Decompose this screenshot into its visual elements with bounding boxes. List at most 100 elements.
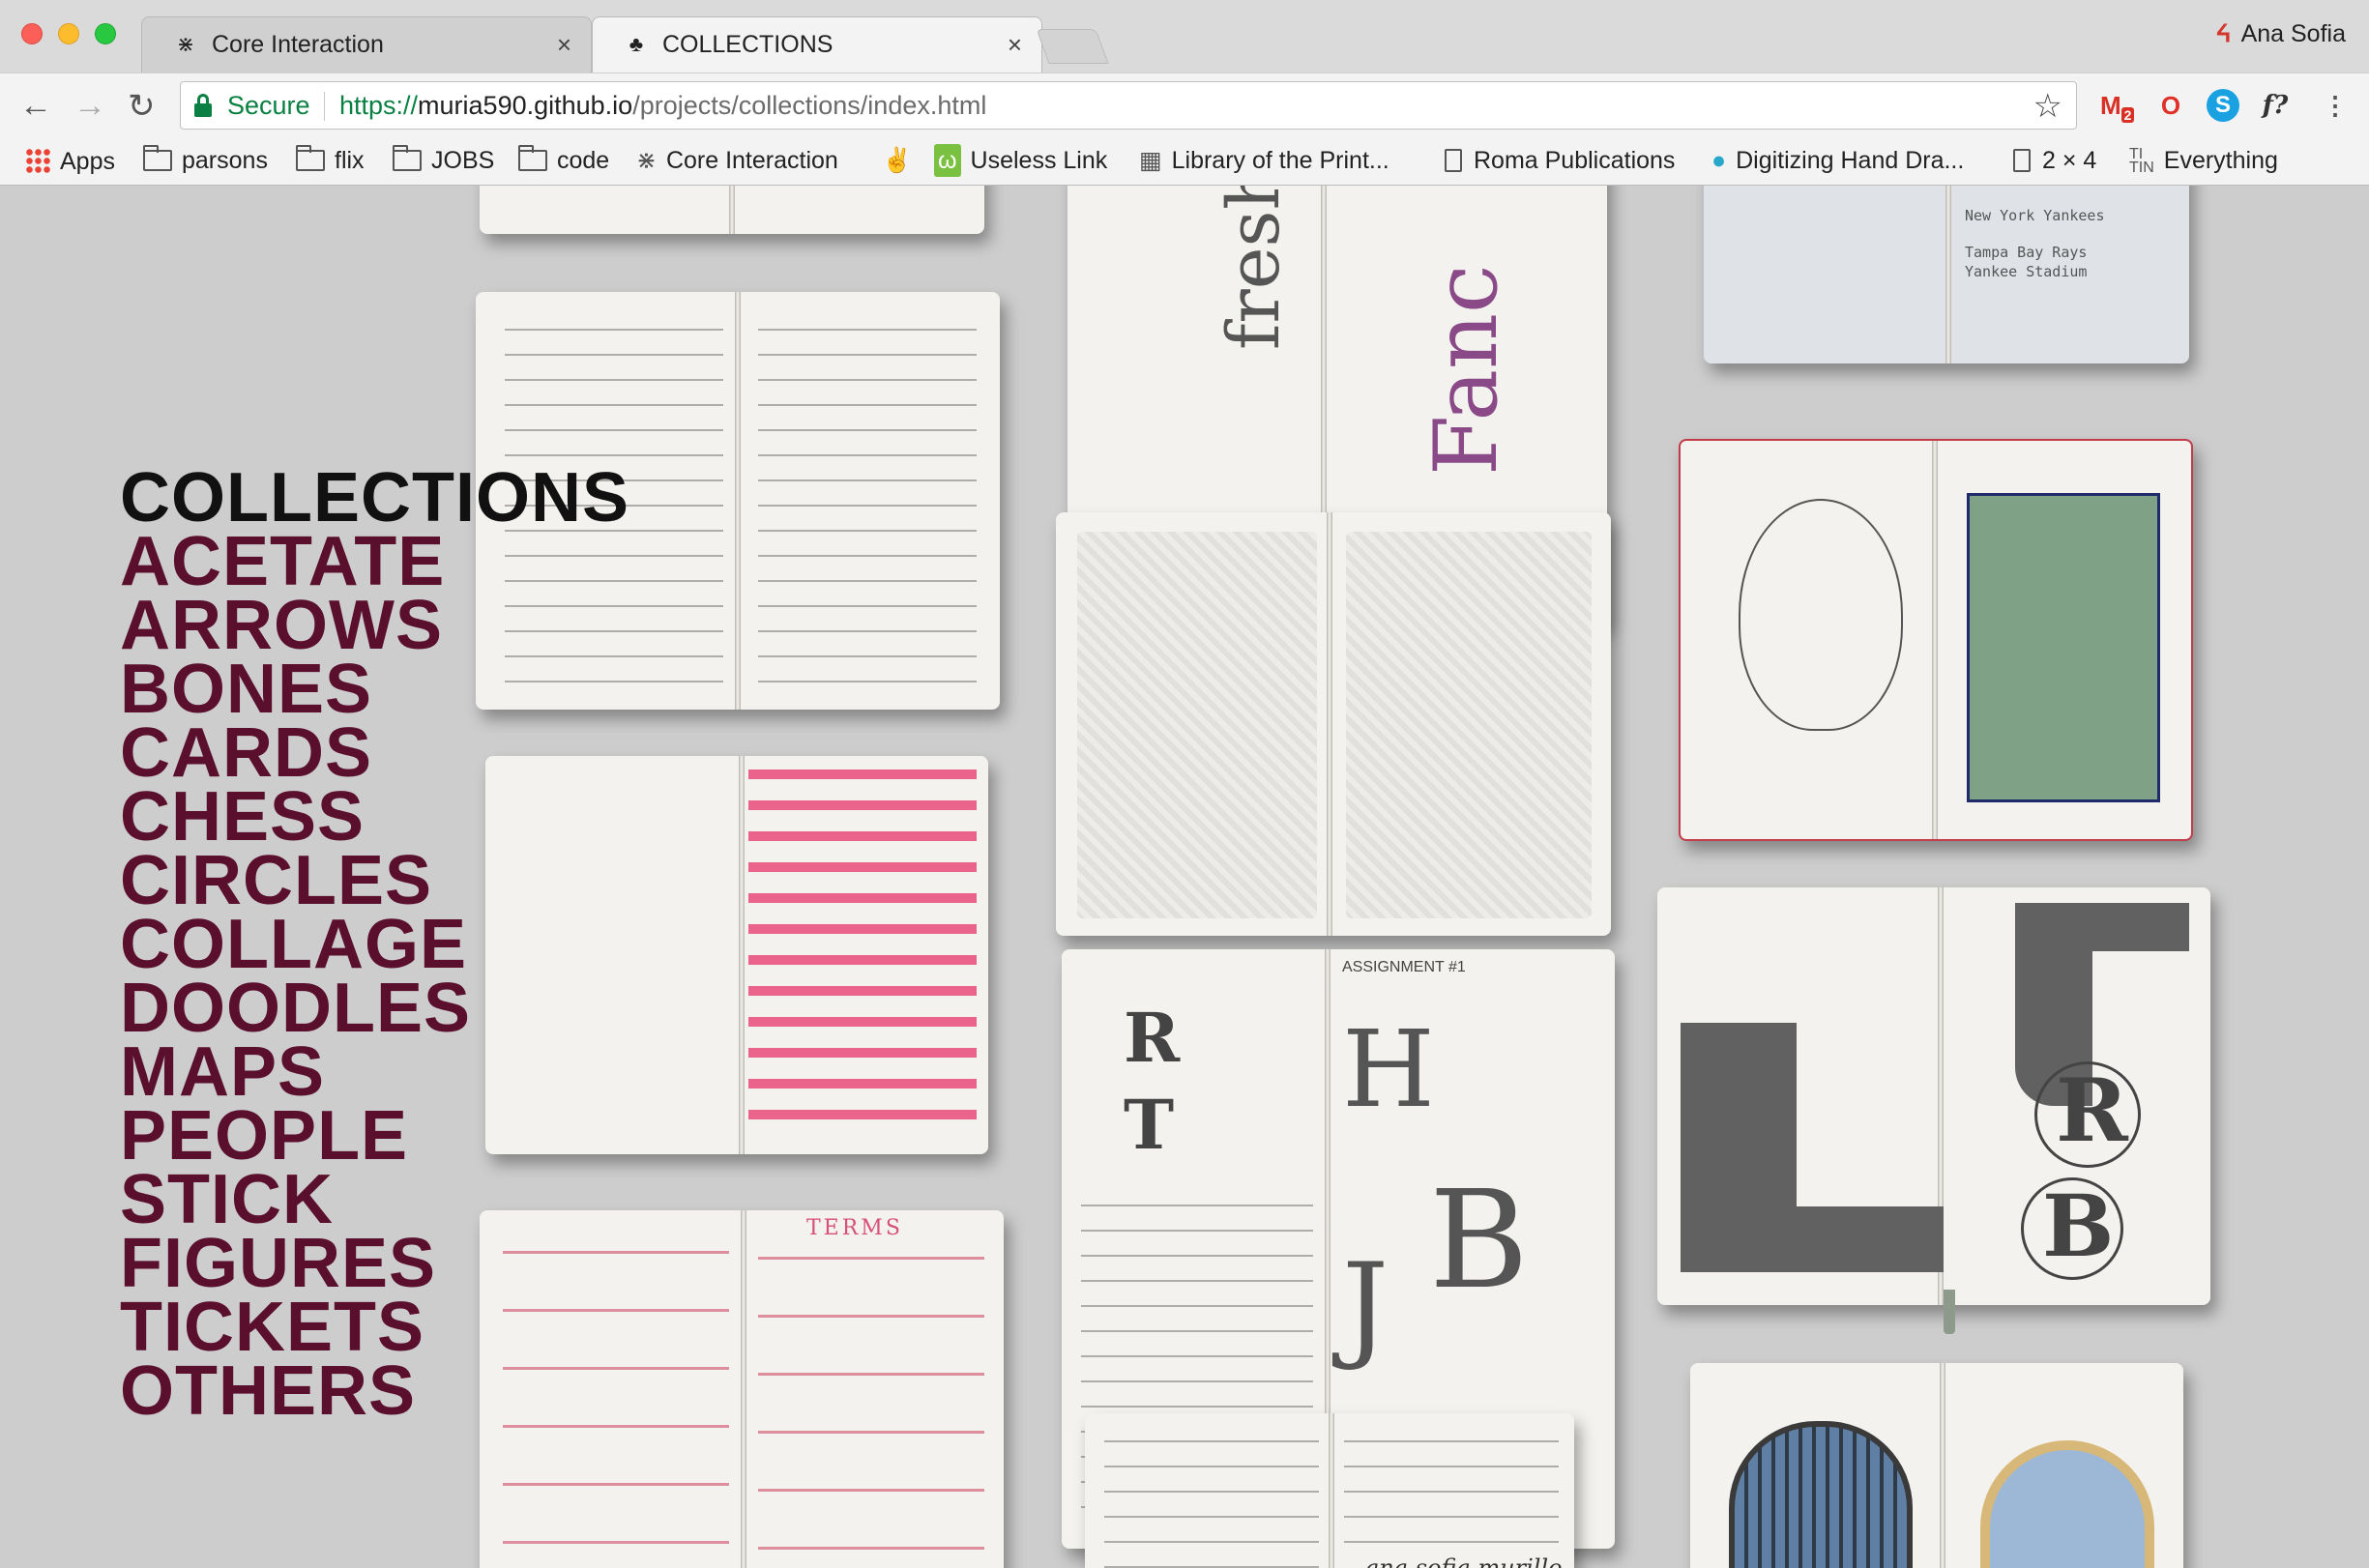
close-window-button[interactable]	[21, 23, 43, 44]
profile-icon: ᔦ	[2215, 20, 2232, 47]
browser-chrome: ⋇ Core Interaction × ♣ COLLECTIONS × ᔦ An…	[0, 0, 2369, 186]
bookmarks-bar: Apps parsons flix JOBS code ⋇ Core Intera…	[0, 136, 2369, 186]
folder-icon	[143, 145, 172, 171]
ticket-text: Yankee Stadium	[1965, 263, 2088, 280]
sketchbook-image[interactable]: New York Yankees Tampa Bay Rays Yankee S…	[1704, 186, 2189, 363]
tab-collections[interactable]: ♣ COLLECTIONS ×	[592, 16, 1042, 73]
skype-extension-icon[interactable]: S	[2207, 89, 2239, 122]
sketch-type-word: fresh	[1213, 186, 1296, 350]
bookmark-everything[interactable]: TI TIN Everything	[2129, 144, 2278, 177]
nav-link-people[interactable]: PEOPLE	[120, 1101, 471, 1171]
nav-link-circles[interactable]: CIRCLES	[120, 846, 471, 915]
opera-extension-icon[interactable]: O	[2154, 89, 2187, 122]
security-label: Secure	[227, 91, 310, 120]
sketchbook-image[interactable]: TERMS	[480, 1210, 1004, 1568]
url-text[interactable]: https://muria590.github.io/projects/coll…	[339, 91, 986, 121]
bookmark-apps[interactable]: Apps	[25, 144, 115, 177]
bookmark-parsons[interactable]: parsons	[143, 144, 268, 177]
folder-icon	[518, 145, 547, 171]
nav-link-chess[interactable]: CHESS	[120, 782, 471, 852]
arch-painting	[1980, 1440, 2154, 1568]
ant-icon: ⋇	[176, 32, 195, 56]
divider	[324, 92, 325, 121]
map-drawing	[1967, 493, 2160, 802]
assignment-label: ASSIGNMENT #1	[1342, 959, 1466, 975]
sketch-letter: R	[2056, 1060, 2128, 1162]
lock-icon	[194, 94, 212, 117]
sketch-letter: B	[1429, 1162, 1529, 1320]
tab-core-interaction[interactable]: ⋇ Core Interaction ×	[141, 16, 592, 73]
nav-link-collage[interactable]: COLLAGE	[120, 910, 471, 979]
nav-link-acetate[interactable]: ACETATE	[120, 527, 471, 596]
arch-painting	[1729, 1421, 1913, 1568]
ticket-text: New York Yankees	[1965, 207, 2105, 224]
close-icon[interactable]: ×	[557, 30, 571, 60]
signature: ana sofia murillo	[1365, 1554, 1563, 1568]
nav-link-others[interactable]: OTHERS	[120, 1356, 471, 1426]
folder-icon	[393, 145, 422, 171]
sketchbook-image[interactable]	[480, 186, 984, 234]
nav-link-doodles[interactable]: DOODLES	[120, 973, 471, 1043]
tab-title: COLLECTIONS	[662, 31, 834, 58]
address-bar[interactable]: Secure https://muria590.github.io/projec…	[180, 81, 2077, 130]
sketchbook-image[interactable]: ana sofia murillo	[1085, 1413, 1574, 1568]
nav-link-maps[interactable]: MAPS	[120, 1037, 471, 1107]
page-title: COLLECTIONS	[120, 459, 629, 537]
collections-nav: ACETATE ARROWS BONES CARDS CHESS CIRCLES…	[120, 527, 471, 1426]
close-icon[interactable]: ×	[1008, 30, 1022, 60]
apps-grid-icon	[25, 148, 50, 173]
tab-strip: ⋇ Core Interaction × ♣ COLLECTIONS × ᔦ An…	[0, 0, 2369, 73]
tab-title: Core Interaction	[212, 31, 384, 58]
profile-button[interactable]: ᔦ Ana Sofia	[2216, 19, 2346, 48]
sketchbook-image[interactable]	[1690, 1363, 2183, 1568]
sketchbook-image[interactable]	[1056, 512, 1611, 936]
bookmark-useless-link[interactable]: ω Useless Link	[934, 144, 1107, 177]
terms-heading: TERMS	[806, 1216, 903, 1240]
document-icon	[1445, 149, 1462, 172]
page-content: TERMS fresh Fanc R T ASSIGNMENT #1 H B J…	[0, 186, 2369, 1568]
sketch-letter: J	[1342, 1239, 1389, 1374]
bookmark-star-icon[interactable]: ☆	[2033, 87, 2062, 126]
bookmark-digitizing-hand-drawn[interactable]: ● Digitizing Hand Dra...	[1711, 144, 1964, 177]
ti-tin-icon: TI TIN	[2129, 146, 2154, 177]
back-button[interactable]: ←	[19, 87, 52, 125]
bookmark-jobs[interactable]: JOBS	[393, 144, 494, 177]
reload-button[interactable]: ↻	[128, 87, 156, 126]
sketchbook-image[interactable]: R B	[1657, 887, 2210, 1334]
pineapple-icon: ♣	[629, 32, 644, 56]
profile-name: Ana Sofia	[2240, 20, 2346, 47]
circle-icon: ●	[1711, 147, 1727, 174]
new-tab-button[interactable]	[1036, 29, 1109, 64]
nav-link-stick[interactable]: STICK	[120, 1165, 471, 1234]
nav-link-tickets[interactable]: TICKETS	[120, 1292, 471, 1362]
ticket-text: Tampa Bay Rays	[1965, 244, 2088, 261]
nav-link-cards[interactable]: CARDS	[120, 718, 471, 788]
nav-link-bones[interactable]: BONES	[120, 654, 471, 724]
folder-icon	[296, 145, 325, 171]
bookmark-core-interaction[interactable]: ⋇ Core Interaction	[636, 144, 838, 177]
nav-link-figures[interactable]: FIGURES	[120, 1229, 471, 1298]
document-icon	[2013, 149, 2031, 172]
bookmark-library-of-the-print[interactable]: ▦ Library of the Print...	[1139, 144, 1389, 177]
menu-icon[interactable]: ⋮	[2319, 89, 2352, 122]
gmail-extension-icon[interactable]: M2	[2100, 89, 2135, 124]
minimize-window-button[interactable]	[58, 23, 79, 44]
library-icon: ▦	[1139, 147, 1162, 174]
sketch-letter: T	[1124, 1085, 1175, 1165]
zoom-window-button[interactable]	[95, 23, 116, 44]
sketch-type-word: Fanc	[1416, 264, 1517, 476]
bookmark-peace-hand[interactable]: ✌	[882, 144, 921, 177]
bookmark-2x4[interactable]: 2 × 4	[2013, 144, 2096, 177]
sketchbook-image[interactable]	[485, 756, 988, 1154]
sketchbook-image[interactable]	[1679, 439, 2193, 841]
bookmark-flix[interactable]: flix	[296, 144, 365, 177]
ant-icon: ⋇	[636, 147, 657, 174]
bookmark-code[interactable]: code	[518, 144, 609, 177]
forward-button[interactable]: →	[73, 87, 106, 125]
nav-link-arrows[interactable]: ARROWS	[120, 591, 471, 660]
peace-hand-icon: ✌	[882, 147, 913, 174]
toolbar: ← → ↻ Secure https://muria590.github.io/…	[0, 73, 2369, 136]
fx-extension-icon[interactable]: f?	[2259, 89, 2292, 122]
bookmark-roma-publications[interactable]: Roma Publications	[1445, 144, 1675, 177]
sketch-letter: R	[1124, 998, 1181, 1078]
